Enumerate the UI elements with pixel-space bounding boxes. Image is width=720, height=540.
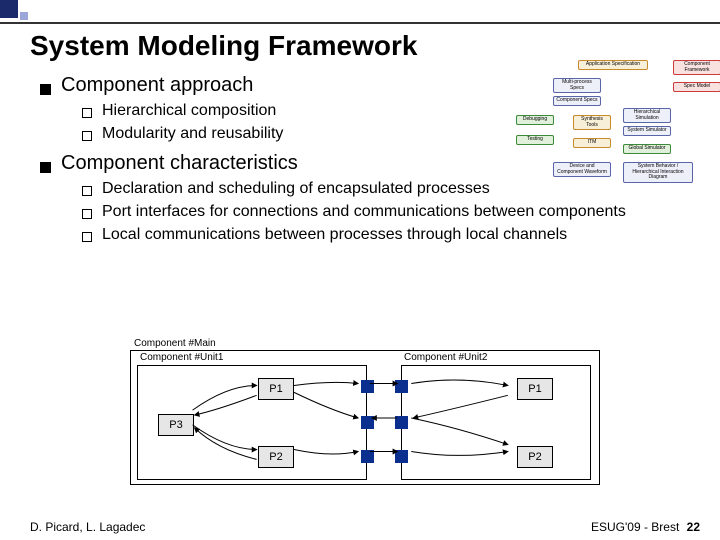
sd-center-0: Synthesis Tools [573, 115, 611, 130]
sd-side-0: Debugging [516, 115, 554, 125]
sd-red-1: Spec Model [673, 82, 720, 92]
process-p3: P3 [158, 414, 194, 436]
sd-red-0: Component Framework [673, 60, 720, 75]
component-diagram: Component #Main Component #Unit1 P1 P3 P… [130, 340, 600, 485]
unit1-label: Component #Unit1 [140, 352, 223, 363]
sd-center-1: ITM [573, 138, 611, 148]
process-p1-u2: P1 [517, 378, 553, 400]
process-p2-u2: P2 [517, 446, 553, 468]
bullet-hollow-icon [82, 131, 92, 141]
slide-title: System Modeling Framework [30, 30, 700, 62]
bullet-2-sub-1: Port interfaces for connections and comm… [102, 202, 626, 222]
slide-footer: D. Picard, L. Lagadec ESUG'09 - Brest 22 [30, 520, 700, 534]
bullet-square-icon [40, 162, 51, 173]
port-icon [361, 450, 374, 463]
footer-venue: ESUG'09 - Brest [591, 520, 679, 534]
component-unit1: Component #Unit1 P1 P3 P2 [137, 365, 367, 480]
component-unit2: Component #Unit2 P1 P2 [401, 365, 591, 480]
sd-top: Application Specification [578, 60, 648, 70]
bullet-hollow-icon [82, 232, 92, 242]
slide-corner-decoration [0, 0, 60, 30]
sd-right-0: Hierarchical Simulation [623, 108, 671, 123]
bullet-1-text: Component approach [61, 74, 253, 97]
bullet-hollow-icon [82, 108, 92, 118]
port-icon [361, 380, 374, 393]
port-icon [395, 416, 408, 429]
bullet-2-sub-2: Local communications between processes t… [102, 225, 567, 245]
bullet-1-sub-0: Hierarchical composition [102, 101, 276, 121]
side-flow-diagram: Application Specification Multi-process … [518, 60, 708, 190]
sd-global-sim: Global Simulator [623, 144, 671, 154]
sd-bottom-1: System Behavior / Hierarchical Interacti… [623, 162, 693, 183]
page-number: 22 [687, 520, 700, 534]
bullet-1-sub-1: Modularity and reusability [102, 124, 283, 144]
bullet-hollow-icon [82, 209, 92, 219]
bullet-2-sub-0: Declaration and scheduling of encapsulat… [102, 179, 490, 199]
footer-right: ESUG'09 - Brest 22 [591, 520, 700, 534]
process-p1-u1: P1 [258, 378, 294, 400]
sd-side-1: Testing [516, 135, 554, 145]
port-icon [395, 380, 408, 393]
sd-left-0: Multi-process Specs [553, 78, 601, 93]
process-p2-u1: P2 [258, 446, 294, 468]
unit2-label: Component #Unit2 [404, 352, 487, 363]
bullet-2-text: Component characteristics [61, 152, 298, 175]
sd-left-1: Component Specs [553, 96, 601, 106]
bullet-hollow-icon [82, 186, 92, 196]
component-main-label: Component #Main [134, 338, 216, 349]
port-icon [395, 450, 408, 463]
sd-right-1: System Simulator [623, 126, 671, 136]
footer-authors: D. Picard, L. Lagadec [30, 520, 145, 534]
port-icon [361, 416, 374, 429]
bullet-square-icon [40, 84, 51, 95]
sd-bottom-0: Device and Component Waveform [553, 162, 611, 177]
